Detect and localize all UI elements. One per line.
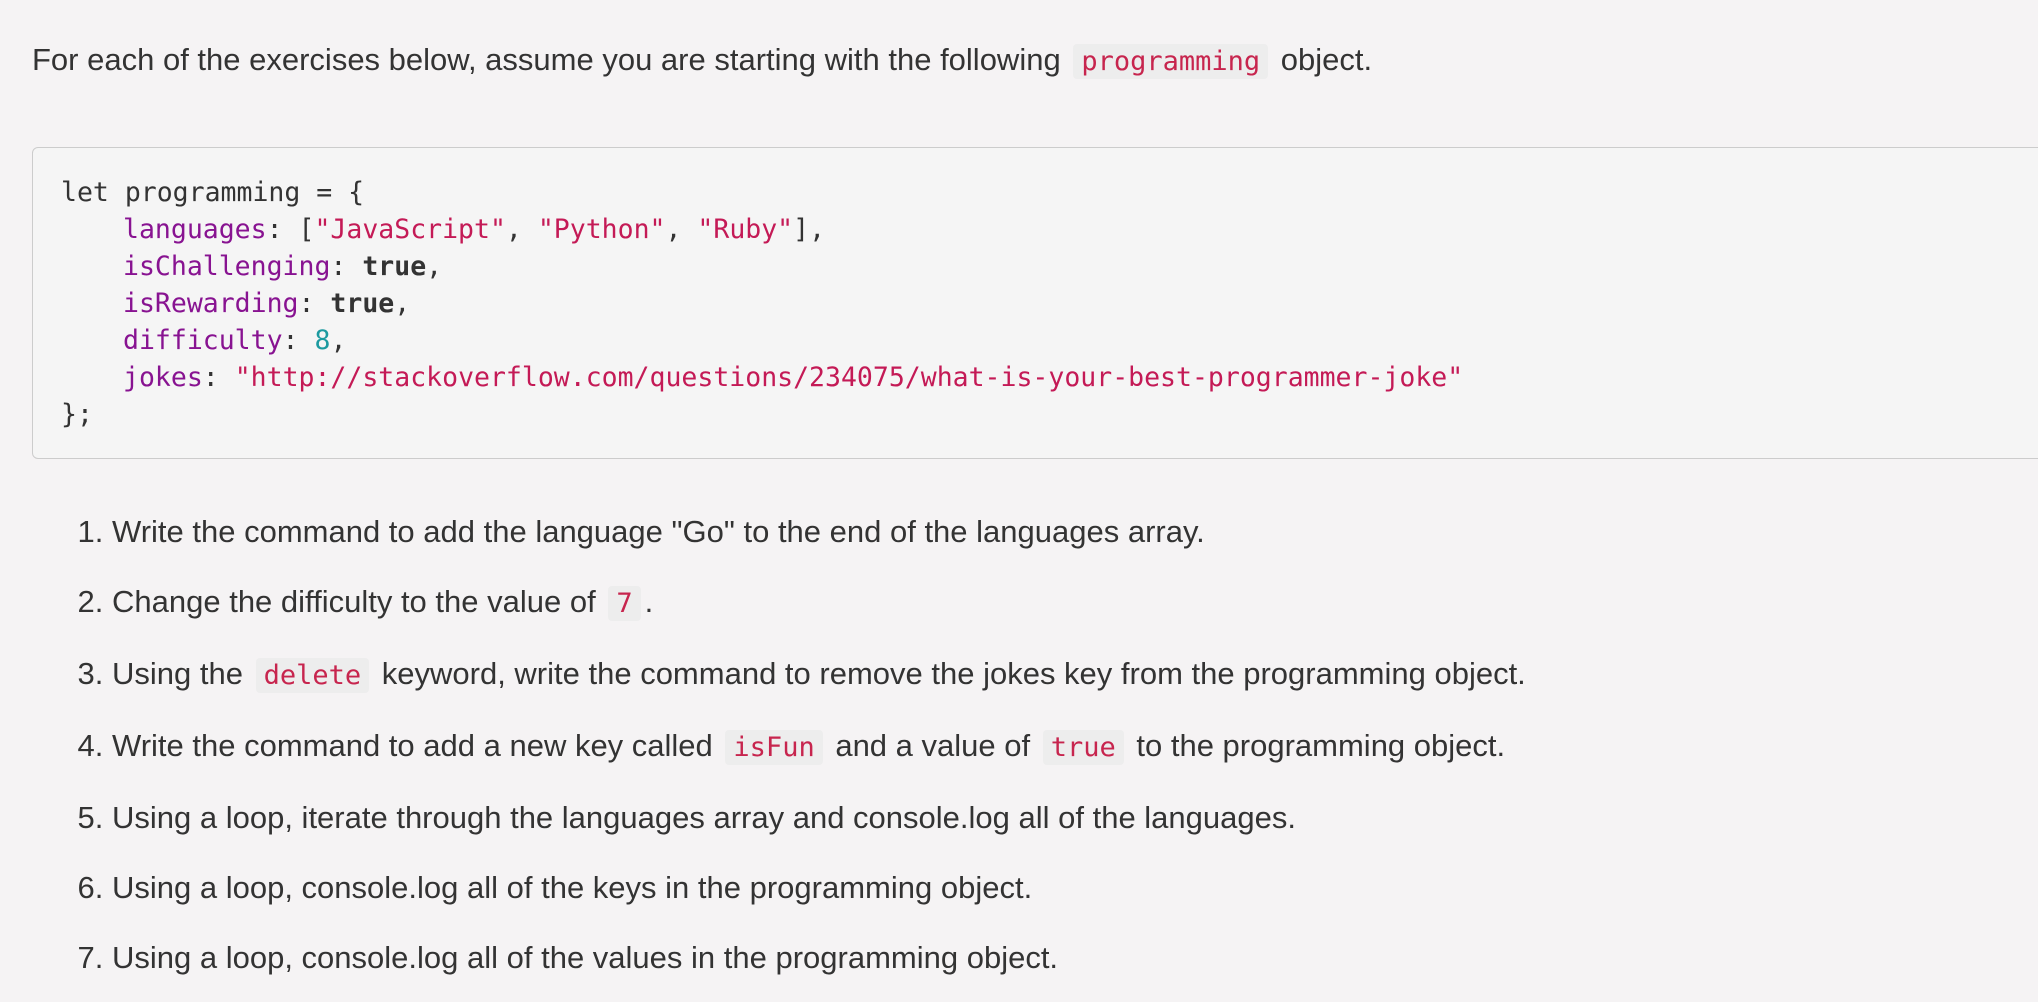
code-punct: , bbox=[505, 214, 538, 245]
exercise-2-text-after: . bbox=[644, 584, 654, 619]
code-punct: , bbox=[394, 288, 411, 319]
intro-paragraph: For each of the exercises below, assume … bbox=[32, 38, 1372, 84]
intro-text-after: object. bbox=[1280, 42, 1373, 77]
exercise-list: Write the command to add the language "G… bbox=[0, 510, 1526, 1002]
code-punct: , bbox=[426, 251, 443, 282]
code-line-ischallenging: isChallenging: true, bbox=[61, 248, 2033, 285]
code-line-languages: languages: ["JavaScript", "Python", "Rub… bbox=[61, 211, 2033, 248]
code-string-python: "Python" bbox=[537, 214, 666, 245]
exercise-4-text-mid: and a value of bbox=[835, 728, 1031, 763]
code-line-difficulty: difficulty: 8, bbox=[61, 322, 2033, 359]
exercise-2-text: Change the difficulty to the value of bbox=[112, 584, 596, 619]
code-key-isrewarding: isRewarding bbox=[123, 288, 299, 319]
code-line-isrewarding: isRewarding: true, bbox=[61, 285, 2033, 322]
intro-text-before: For each of the exercises below, assume … bbox=[32, 42, 1061, 77]
code-punct: : [ bbox=[266, 214, 315, 245]
code-line-jokes: jokes: "http://stackoverflow.com/questio… bbox=[61, 359, 2033, 396]
code-bool-true: true bbox=[362, 251, 427, 282]
code-key-jokes: jokes bbox=[123, 362, 203, 393]
exercise-6-text: Using a loop, console.log all of the key… bbox=[112, 870, 1033, 905]
exercise-item-3: Using the delete keyword, write the comm… bbox=[112, 652, 1526, 698]
code-key-ischallenging: isChallenging bbox=[123, 251, 331, 282]
exercise-item-7: Using a loop, console.log all of the val… bbox=[112, 936, 1526, 980]
code-bool-true: true bbox=[330, 288, 395, 319]
exercise-item-4: Write the command to add a new key calle… bbox=[112, 724, 1526, 770]
exercise-4-code-true: true bbox=[1042, 730, 1124, 765]
exercise-1-text: Write the command to add the language "G… bbox=[112, 514, 1205, 549]
code-number-difficulty: 8 bbox=[314, 325, 331, 356]
code-punct: : bbox=[282, 325, 315, 356]
exercise-4-text: Write the command to add a new key calle… bbox=[112, 728, 713, 763]
code-punct: : bbox=[330, 251, 363, 282]
exercise-7-text: Using a loop, console.log all of the val… bbox=[112, 940, 1059, 975]
exercise-3-text: Using the bbox=[112, 656, 243, 691]
code-punct: : bbox=[298, 288, 331, 319]
code-key-difficulty: difficulty bbox=[123, 325, 283, 356]
intro-inline-code: programming bbox=[1073, 44, 1269, 79]
code-block: let programming = {languages: ["JavaScri… bbox=[32, 147, 2038, 459]
exercise-item-6: Using a loop, console.log all of the key… bbox=[112, 866, 1526, 910]
code-punct: , bbox=[665, 214, 698, 245]
exercise-item-5: Using a loop, iterate through the langua… bbox=[112, 796, 1526, 840]
exercise-2-code: 7 bbox=[608, 586, 641, 621]
code-line-closing: }; bbox=[61, 399, 93, 430]
exercise-5-text: Using a loop, iterate through the langua… bbox=[112, 800, 1296, 835]
code-line-1: let programming = { bbox=[61, 177, 365, 208]
code-key-languages: languages bbox=[123, 214, 267, 245]
code-string-javascript: "JavaScript" bbox=[314, 214, 506, 245]
code-punct: : bbox=[202, 362, 235, 393]
exercise-item-2: Change the difficulty to the value of 7. bbox=[112, 580, 1526, 626]
code-punct: , bbox=[330, 325, 347, 356]
code-punct: ], bbox=[793, 214, 826, 245]
exercise-3-code: delete bbox=[255, 658, 370, 693]
exercise-3-text-after: keyword, write the command to remove the… bbox=[381, 656, 1526, 691]
exercise-item-1: Write the command to add the language "G… bbox=[112, 510, 1526, 554]
code-string-jokes-url: "http://stackoverflow.com/questions/2340… bbox=[234, 362, 1464, 393]
exercise-4-text-after: to the programming object. bbox=[1136, 728, 1506, 763]
exercise-4-code-isfun: isFun bbox=[725, 730, 823, 765]
code-string-ruby: "Ruby" bbox=[697, 214, 794, 245]
